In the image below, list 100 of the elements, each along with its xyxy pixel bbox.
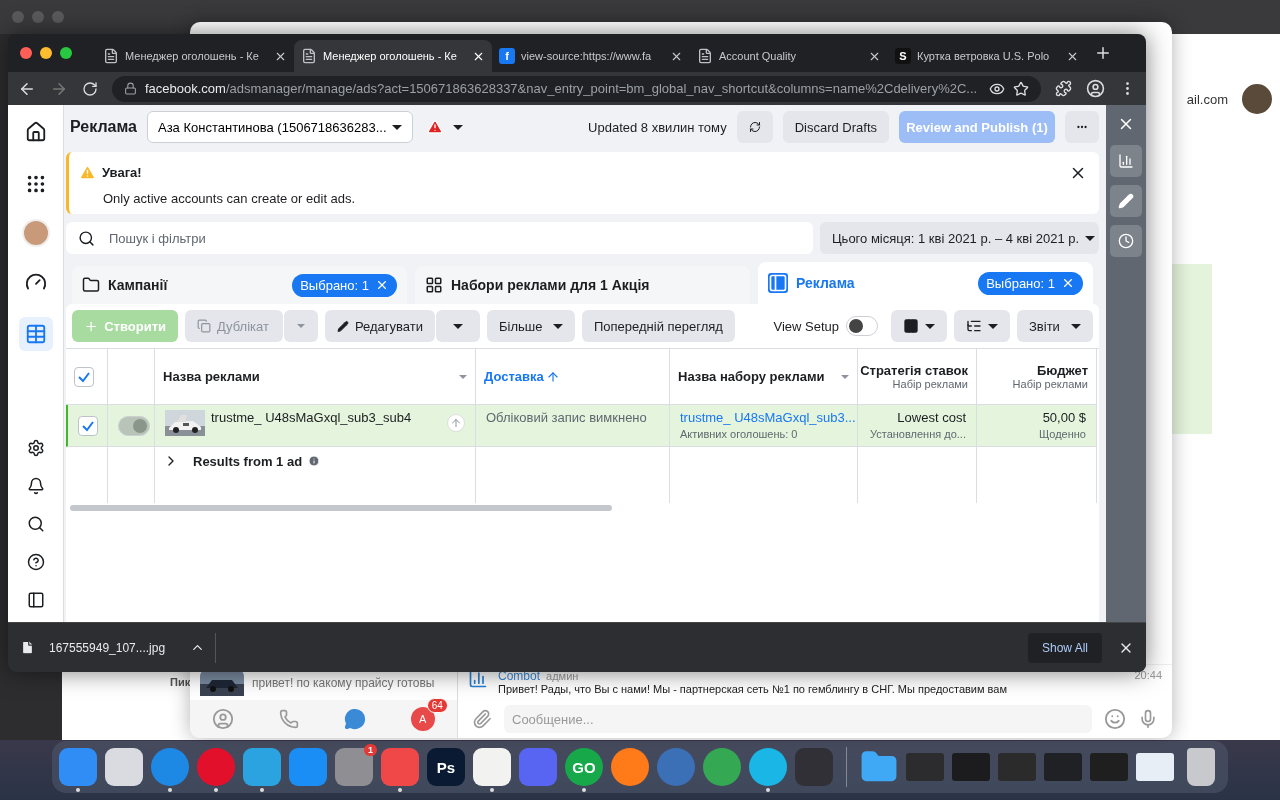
site-icon: S	[895, 48, 911, 64]
columns-button[interactable]	[891, 310, 947, 342]
app-icon[interactable]	[473, 748, 511, 786]
scrollbar[interactable]	[70, 505, 612, 511]
more-menu-button[interactable]: Більше	[487, 310, 575, 342]
browser-tab[interactable]: Account Quality	[690, 40, 888, 72]
update-status: Updated 8 хвилин тому	[588, 119, 727, 135]
table-icon[interactable]	[18, 317, 53, 351]
pencil-icon[interactable]	[1110, 185, 1142, 217]
avatar[interactable]	[21, 219, 50, 247]
page-text: ail.com	[1186, 91, 1228, 107]
message-text: Привет! Рады, что Вы с нами! Мы - партнерская сеть №1 по гемблингу в СНГ. Мы предоставим вам	[498, 683, 1009, 695]
more-icon	[1077, 125, 1087, 129]
warning-icon[interactable]	[426, 119, 443, 135]
ad-set-link[interactable]: trustme_ U48sMaGxql_sub3...	[680, 410, 856, 425]
edit-menu-button[interactable]	[436, 310, 480, 342]
caret-icon	[553, 323, 563, 329]
results-summary: Results from 1 ad	[193, 453, 303, 469]
pencil-icon	[337, 318, 349, 334]
bid-note: Установлення до...	[870, 428, 966, 440]
attach-icon[interactable]	[472, 709, 492, 729]
selection-chip[interactable]: Выбрано: 1	[292, 273, 397, 297]
ad-switch[interactable]	[118, 415, 150, 436]
app-icon[interactable]	[611, 748, 649, 786]
window-thumbnail[interactable]	[1090, 753, 1128, 781]
address-bar[interactable]: facebook.com/adsmanager/manage/ads?act=150671863628337&nav_entry_point=bm_global_nav_shortcut&columns=name%2Cdelivery%2C...	[112, 75, 1041, 102]
app-icon[interactable]	[105, 748, 143, 786]
contacts-icon[interactable]	[212, 708, 235, 730]
show-all-button[interactable]: Show All	[1027, 632, 1102, 663]
clock-icon[interactable]	[1110, 225, 1142, 257]
delivery-status: Обліковий запис вимкнено	[486, 410, 647, 425]
lock-icon	[124, 82, 137, 95]
checkbox[interactable]	[74, 366, 94, 387]
star-icon[interactable]	[1013, 80, 1029, 97]
chat-preview: привет! по какому прайсу готовы	[252, 675, 435, 690]
folder-icon	[82, 276, 100, 294]
copy-icon	[197, 319, 211, 333]
app-icon[interactable]	[749, 748, 787, 786]
browser-tab[interactable]: S Куртка ветровка U.S. Polo	[888, 40, 1086, 72]
edit-button[interactable]: Редагувати	[325, 310, 435, 342]
caret-icon	[452, 124, 463, 130]
caret-icon	[297, 324, 305, 328]
chart-icon[interactable]	[1110, 145, 1142, 177]
browser-tab[interactable]: Менеджер оголошень - Ке	[294, 40, 492, 72]
caret-icon	[925, 323, 935, 329]
refresh-button[interactable]	[736, 111, 773, 143]
extensions-icon[interactable]	[1055, 80, 1072, 97]
view-setup-switch[interactable]	[846, 316, 878, 336]
phone-icon[interactable]	[279, 709, 300, 729]
message-author: Combot	[498, 669, 541, 683]
page-icon	[697, 48, 713, 64]
new-tab-icon[interactable]	[1094, 44, 1112, 62]
search-field[interactable]: Пошук і фільтри	[66, 222, 813, 254]
app-icon[interactable]: Ps	[427, 748, 465, 786]
budget-period: Щоденно	[1039, 428, 1086, 440]
level-tab[interactable]: Реклама Выбрано: 1	[758, 262, 1093, 304]
list-icon	[966, 318, 982, 334]
discard-drafts-button[interactable]: Discard Drafts	[782, 111, 889, 143]
message-time: 20:44	[1134, 669, 1162, 681]
checkbox[interactable]	[78, 415, 98, 436]
reload-icon[interactable]	[82, 80, 98, 97]
browser-tab[interactable]: f view-source:https://www.fa	[492, 40, 690, 72]
chats-icon[interactable]	[343, 708, 366, 730]
breakdown-button[interactable]	[954, 310, 1010, 342]
profile-icon[interactable]	[1086, 79, 1105, 98]
unread-badge: 64	[426, 698, 448, 713]
message-field[interactable]: Сообщение...	[504, 705, 1092, 733]
caret-icon	[1071, 323, 1081, 329]
bid-strategy: Lowest cost	[897, 410, 966, 425]
view-setup-label: View Setup	[773, 318, 839, 334]
chart-icon	[468, 669, 488, 689]
window-thumbnail[interactable]	[1044, 753, 1082, 781]
caret-icon	[459, 374, 467, 379]
window-thumbnail[interactable]	[998, 753, 1036, 781]
trash-icon[interactable]	[1187, 748, 1215, 786]
alert-message: Only active accounts can create or edit ads.	[102, 191, 357, 206]
selection-chip[interactable]: Выбрано: 1	[978, 271, 1083, 295]
page-title: Реклама	[69, 118, 137, 136]
preview-button[interactable]: Попередній перегляд	[582, 310, 735, 342]
level-tab[interactable]: Набори реклами для 1 Акція	[415, 266, 750, 304]
caret-icon	[988, 323, 998, 329]
info-icon[interactable]	[308, 455, 321, 467]
window-thumbnail[interactable]	[1136, 753, 1174, 781]
reports-button[interactable]: Звіти	[1017, 310, 1093, 342]
file-icon	[20, 640, 35, 655]
date-range-button[interactable]: Цього місяця: 1 кві 2021 р. – 4 кві 2021 р.	[820, 222, 1099, 254]
chat-name: Пик	[170, 676, 191, 688]
window-thumbnail[interactable]	[906, 753, 944, 781]
microphone-icon[interactable]	[1138, 709, 1158, 729]
window-thumbnail[interactable]	[952, 753, 990, 781]
refresh-icon	[748, 119, 761, 135]
level-tab[interactable]: Кампанії Выбрано: 1	[72, 266, 407, 304]
download-item[interactable]: 167555949_107....jpg	[20, 632, 216, 663]
emoji-icon[interactable]	[1104, 708, 1126, 730]
account-select[interactable]: Аза Константинова (1506718636283...	[146, 111, 413, 143]
message-input[interactable]: Сообщение...	[510, 710, 1086, 728]
ad-icon	[768, 273, 788, 293]
search-icon	[78, 229, 95, 247]
browser-tab[interactable]: Менеджер оголошень - Ке	[96, 40, 294, 72]
budget-amount: 50,00 $	[1042, 410, 1086, 425]
